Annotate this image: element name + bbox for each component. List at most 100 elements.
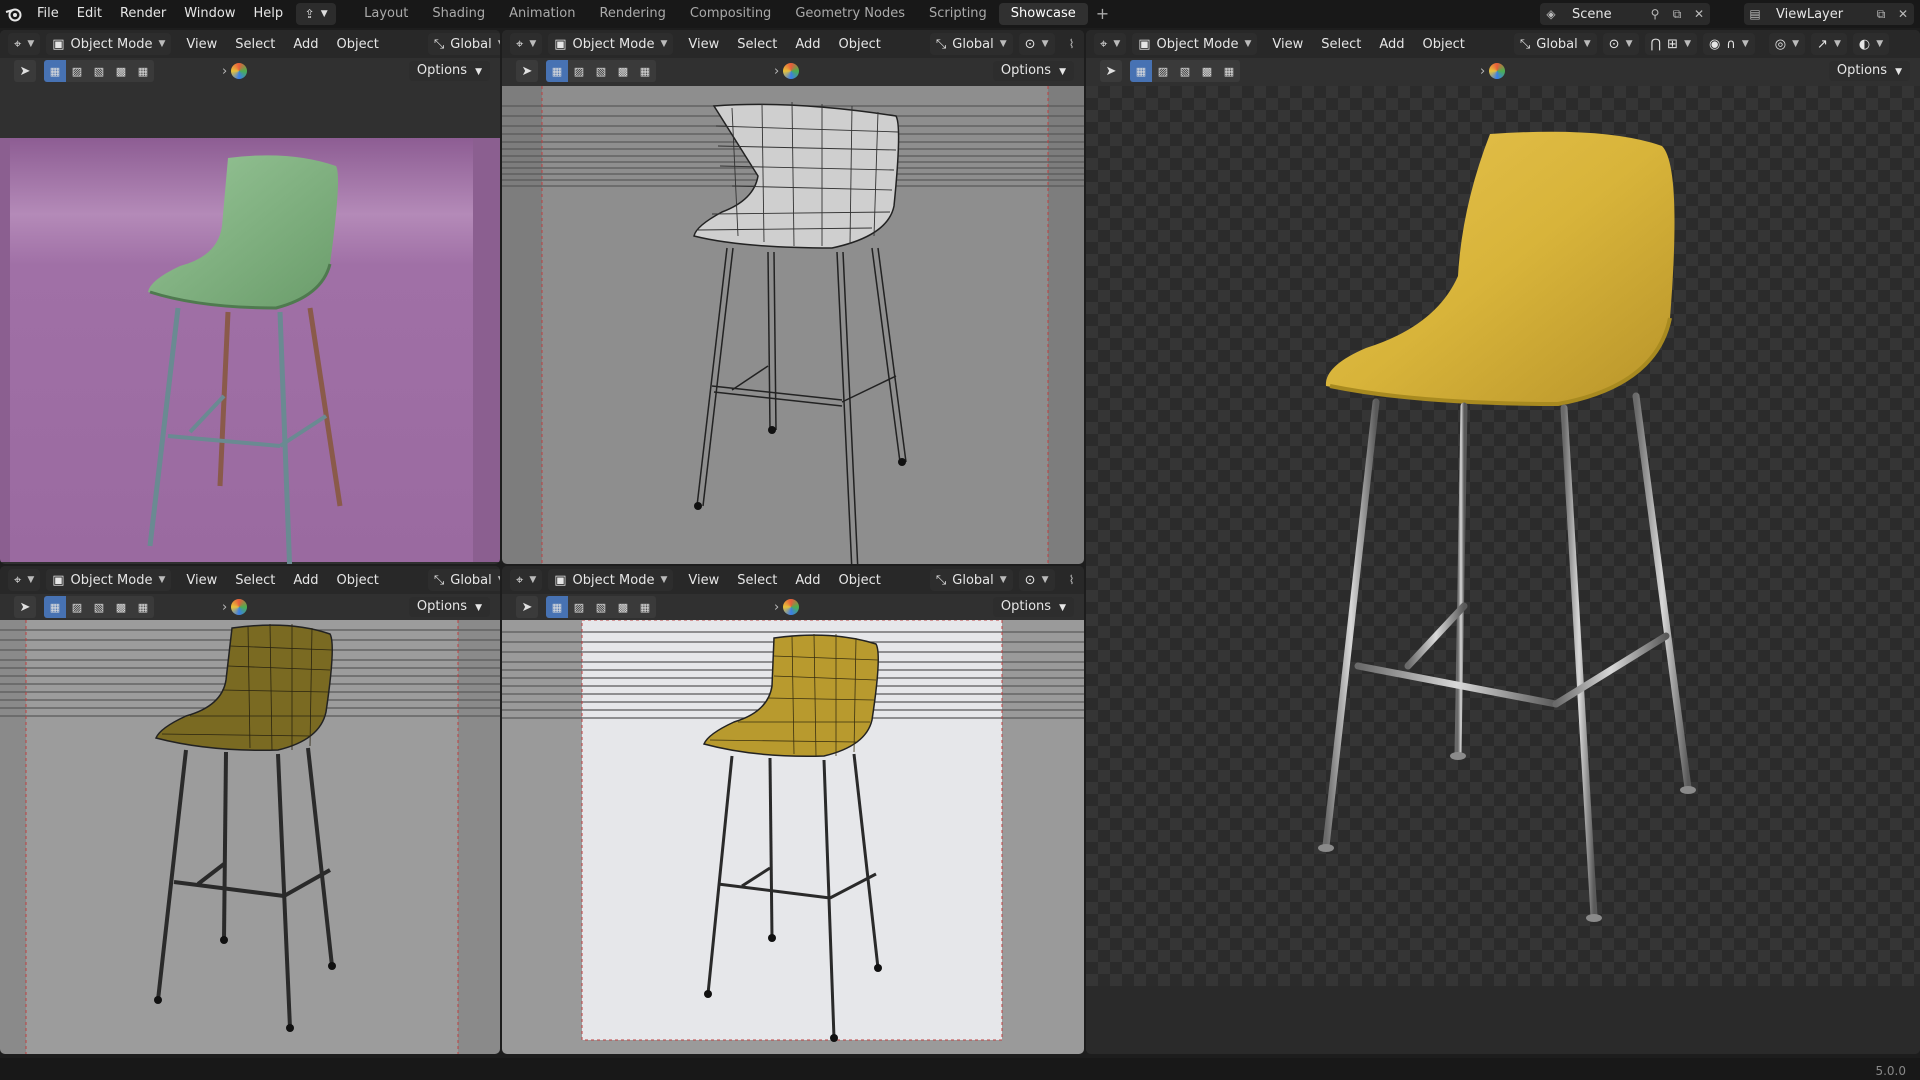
editor-type-button[interactable]: ⌖ ▼ — [8, 569, 41, 591]
select-tool-icon[interactable]: ➤ — [516, 596, 538, 618]
editor-type-button[interactable]: ⌖ ▼ — [8, 33, 41, 55]
blender-logo-icon[interactable] — [0, 0, 28, 28]
shading-ball-icon[interactable] — [783, 63, 800, 79]
menu-select[interactable]: Select — [728, 37, 786, 52]
select-intersect-icon[interactable]: ▦ — [1218, 60, 1240, 82]
tab-shading[interactable]: Shading — [420, 3, 497, 25]
viewport-right-render[interactable]: ⌖ ▼ ▣ Object Mode ▼ View Select Add Object … — [1086, 30, 1920, 1054]
tab-animation[interactable]: Animation — [497, 3, 587, 25]
shading-ball-icon[interactable] — [783, 599, 800, 615]
menu-help[interactable]: Help — [245, 0, 293, 28]
new-layer-icon[interactable]: ⧉ — [1870, 3, 1892, 25]
menu-object[interactable]: Object — [328, 573, 388, 588]
select-new-icon[interactable]: ▦ — [546, 596, 568, 618]
select-subtract-icon[interactable]: ▧ — [1174, 60, 1196, 82]
editor-type-button[interactable]: ⌖ ▼ — [1094, 33, 1127, 55]
menu-select[interactable]: Select — [226, 37, 284, 52]
menu-add[interactable]: Add — [786, 573, 829, 588]
add-workspace-button[interactable]: + — [1088, 3, 1117, 25]
select-tool-icon[interactable]: ➤ — [14, 596, 36, 618]
options-button[interactable]: Options ▼ — [992, 61, 1074, 81]
select-invert-icon[interactable]: ▩ — [612, 596, 634, 618]
select-extend-icon[interactable]: ▨ — [568, 60, 590, 82]
viewport-top-left[interactable]: ⌖ ▼ ▣ Object Mode ▼ View Select Add Object … — [0, 30, 500, 564]
expand-icon[interactable]: › — [774, 64, 779, 79]
viewport-canvas[interactable] — [502, 86, 1084, 564]
pivot-dropdown[interactable]: ⊙ ▼ — [1602, 33, 1639, 55]
menu-add[interactable]: Add — [786, 37, 829, 52]
visibility-dropdown[interactable]: ◎ ▼ — [1768, 33, 1806, 55]
select-tool-icon[interactable]: ➤ — [1100, 60, 1122, 82]
menu-view[interactable]: View — [679, 37, 728, 52]
gizmo-toggle[interactable]: ↗ ▼ — [1811, 33, 1847, 55]
file-publish-button[interactable]: ⇪ ▼ — [296, 3, 337, 25]
select-subtract-icon[interactable]: ▧ — [590, 60, 612, 82]
select-intersect-icon[interactable]: ▦ — [132, 596, 154, 618]
tab-geometry-nodes[interactable]: Geometry Nodes — [783, 3, 917, 25]
select-intersect-icon[interactable]: ▦ — [634, 60, 656, 82]
new-scene-icon[interactable]: ⧉ — [1666, 3, 1688, 25]
menu-select[interactable]: Select — [728, 573, 786, 588]
menu-select[interactable]: Select — [226, 573, 284, 588]
viewport-bottom-left[interactable]: ⌖ ▼ ▣ Object Mode ▼ View Select Add Object … — [0, 566, 500, 1054]
select-subtract-icon[interactable]: ▧ — [88, 60, 110, 82]
menu-file[interactable]: File — [28, 0, 68, 28]
mode-dropdown[interactable]: ▣ Object Mode ▼ — [46, 33, 172, 55]
pivot-dropdown[interactable]: ⊙ ▼ — [1018, 33, 1055, 55]
viewport-canvas[interactable] — [1086, 86, 1920, 1054]
select-extend-icon[interactable]: ▨ — [66, 596, 88, 618]
select-invert-icon[interactable]: ▩ — [612, 60, 634, 82]
close-icon[interactable]: ✕ — [1892, 3, 1914, 25]
select-new-icon[interactable]: ▦ — [44, 596, 66, 618]
proportional-edit-dropdown[interactable]: ◉ ∩ ▼ — [1703, 33, 1755, 55]
tab-scripting[interactable]: Scripting — [917, 3, 999, 25]
pivot-dropdown[interactable]: ⊙ ▼ — [1018, 569, 1055, 591]
mode-dropdown[interactable]: ▣ Object Mode ▼ — [46, 569, 172, 591]
expand-icon[interactable]: › — [1480, 64, 1485, 79]
snap-icon[interactable]: ⌇ — [1061, 33, 1083, 55]
overlay-toggle[interactable]: ◐ ▼ — [1852, 33, 1890, 55]
tab-layout[interactable]: Layout — [352, 3, 420, 25]
options-button[interactable]: Options ▼ — [992, 597, 1074, 617]
menu-add[interactable]: Add — [1370, 37, 1413, 52]
mode-dropdown[interactable]: ▣ Object Mode ▼ — [1132, 33, 1258, 55]
select-new-icon[interactable]: ▦ — [546, 60, 568, 82]
select-tool-icon[interactable]: ➤ — [516, 60, 538, 82]
shading-ball-icon[interactable] — [1489, 63, 1506, 79]
scene-selector[interactable]: ◈ Scene ⚲ ⧉ ✕ — [1540, 3, 1710, 25]
viewport-canvas[interactable] — [0, 620, 500, 1054]
close-icon[interactable]: ✕ — [1688, 3, 1710, 25]
tab-showcase[interactable]: Showcase — [998, 3, 1088, 25]
menu-view[interactable]: View — [1263, 37, 1312, 52]
menu-render[interactable]: Render — [111, 0, 175, 28]
orientation-dropdown[interactable]: ⤡ Global ▼ — [1513, 33, 1597, 55]
mode-dropdown[interactable]: ▣ Object Mode ▼ — [548, 569, 674, 591]
editor-type-button[interactable]: ⌖ ▼ — [510, 569, 543, 591]
snap-dropdown[interactable]: ⋂ ⊞ ▼ — [1644, 33, 1697, 55]
tab-rendering[interactable]: Rendering — [587, 3, 677, 25]
menu-add[interactable]: Add — [284, 37, 327, 52]
pin-icon[interactable]: ⚲ — [1644, 3, 1666, 25]
mode-dropdown[interactable]: ▣ Object Mode ▼ — [548, 33, 674, 55]
viewport-bottom-middle[interactable]: ⌖ ▼ ▣ Object Mode ▼ View Select Add Object … — [502, 566, 1084, 1054]
select-extend-icon[interactable]: ▨ — [1152, 60, 1174, 82]
menu-edit[interactable]: Edit — [68, 0, 111, 28]
select-intersect-icon[interactable]: ▦ — [634, 596, 656, 618]
editor-type-button[interactable]: ⌖ ▼ — [510, 33, 543, 55]
menu-window[interactable]: Window — [175, 0, 244, 28]
menu-select[interactable]: Select — [1312, 37, 1370, 52]
options-button[interactable]: Options ▼ — [408, 61, 490, 81]
shading-ball-icon[interactable] — [231, 599, 248, 615]
menu-object[interactable]: Object — [830, 37, 890, 52]
viewport-canvas[interactable] — [502, 620, 1084, 1054]
tab-compositing[interactable]: Compositing — [678, 3, 784, 25]
select-invert-icon[interactable]: ▩ — [1196, 60, 1218, 82]
orientation-dropdown[interactable]: ⤡ Global ▼ — [427, 33, 500, 55]
expand-icon[interactable]: › — [222, 600, 227, 615]
orientation-dropdown[interactable]: ⤡ Global ▼ — [427, 569, 500, 591]
orientation-dropdown[interactable]: ⤡ Global ▼ — [929, 33, 1013, 55]
select-extend-icon[interactable]: ▨ — [66, 60, 88, 82]
view-layer-selector[interactable]: ▤ ViewLayer ⧉ ✕ — [1744, 3, 1914, 25]
select-invert-icon[interactable]: ▩ — [110, 60, 132, 82]
menu-view[interactable]: View — [177, 37, 226, 52]
